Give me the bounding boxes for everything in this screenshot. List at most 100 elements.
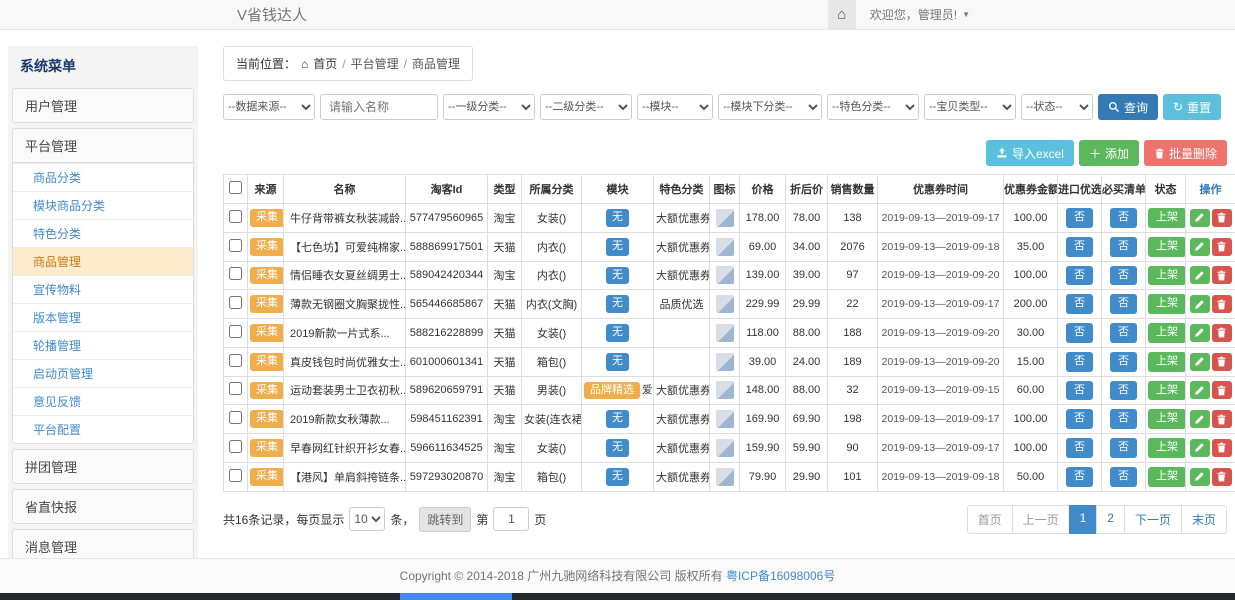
breadcrumb-platform-link[interactable]: 平台管理 xyxy=(351,55,399,72)
delete-button[interactable] xyxy=(1212,238,1232,256)
status-toggle[interactable]: 上架 xyxy=(1148,409,1186,429)
scrollbar-thumb[interactable] xyxy=(400,593,512,600)
must-buy-toggle[interactable]: 否 xyxy=(1110,323,1137,343)
row-checkbox[interactable] xyxy=(229,440,242,453)
page-button[interactable]: 首页 xyxy=(967,505,1013,534)
page-button[interactable]: 末页 xyxy=(1181,505,1227,534)
edit-button[interactable] xyxy=(1190,209,1210,227)
import-select-toggle[interactable]: 否 xyxy=(1066,438,1093,458)
sidebar-subitem[interactable]: 意见反馈 xyxy=(13,387,193,415)
edit-button[interactable] xyxy=(1190,381,1210,399)
filter-select[interactable]: --宝贝类型-- xyxy=(924,94,1016,120)
sidebar-subitem[interactable]: 轮播管理 xyxy=(13,331,193,359)
select-all-checkbox[interactable] xyxy=(229,181,242,194)
import-select-toggle[interactable]: 否 xyxy=(1066,323,1093,343)
import-excel-button[interactable]: 导入excel xyxy=(986,140,1074,166)
row-checkbox[interactable] xyxy=(229,469,242,482)
edit-button[interactable] xyxy=(1190,266,1210,284)
filter-select[interactable]: --一级分类-- xyxy=(443,94,535,120)
must-buy-toggle[interactable]: 否 xyxy=(1110,381,1137,401)
import-select-toggle[interactable]: 否 xyxy=(1066,294,1093,314)
delete-button[interactable] xyxy=(1212,410,1232,428)
status-toggle[interactable]: 上架 xyxy=(1148,438,1186,458)
import-select-toggle[interactable]: 否 xyxy=(1066,208,1093,228)
filter-select[interactable]: --数据来源-- xyxy=(223,94,315,120)
status-toggle[interactable]: 上架 xyxy=(1148,381,1186,401)
delete-button[interactable] xyxy=(1212,266,1232,284)
row-checkbox[interactable] xyxy=(229,239,242,252)
sidebar-item[interactable]: 拼团管理 xyxy=(12,449,194,484)
row-checkbox[interactable] xyxy=(229,382,242,395)
must-buy-toggle[interactable]: 否 xyxy=(1110,438,1137,458)
import-select-toggle[interactable]: 否 xyxy=(1066,237,1093,257)
status-toggle[interactable]: 上架 xyxy=(1148,266,1186,286)
filter-select[interactable]: --特色分类-- xyxy=(827,94,919,120)
status-toggle[interactable]: 上架 xyxy=(1148,352,1186,372)
page-size-select[interactable]: 10 xyxy=(349,507,385,531)
row-checkbox[interactable] xyxy=(229,267,242,280)
delete-button[interactable] xyxy=(1212,295,1232,313)
edit-button[interactable] xyxy=(1190,353,1210,371)
import-select-toggle[interactable]: 否 xyxy=(1066,381,1093,401)
sidebar-subitem[interactable]: 宣传物料 xyxy=(13,275,193,303)
page-button[interactable]: 下一页 xyxy=(1124,505,1182,534)
breadcrumb-home-link[interactable]: 首页 xyxy=(313,55,337,72)
bottom-scrollbar[interactable] xyxy=(0,593,1235,600)
reset-button[interactable]: ↻ 重置 xyxy=(1163,94,1221,120)
filter-select[interactable]: --状态-- xyxy=(1021,94,1093,120)
sidebar-item[interactable]: 平台管理 xyxy=(12,128,194,163)
row-checkbox[interactable] xyxy=(229,354,242,367)
page-button[interactable]: 上一页 xyxy=(1012,505,1070,534)
page-button[interactable]: 1 xyxy=(1069,505,1098,534)
delete-button[interactable] xyxy=(1212,324,1232,342)
batch-delete-button[interactable]: 批量删除 xyxy=(1144,140,1227,166)
import-select-toggle[interactable]: 否 xyxy=(1066,467,1093,487)
import-select-toggle[interactable]: 否 xyxy=(1066,352,1093,372)
delete-button[interactable] xyxy=(1212,468,1232,486)
edit-button[interactable] xyxy=(1190,238,1210,256)
import-select-toggle[interactable]: 否 xyxy=(1066,266,1093,286)
user-menu[interactable]: 欢迎您，管理员! ▼ xyxy=(870,6,970,23)
delete-button[interactable] xyxy=(1212,353,1232,371)
page-button[interactable]: 2 xyxy=(1096,505,1125,534)
must-buy-toggle[interactable]: 否 xyxy=(1110,352,1137,372)
must-buy-toggle[interactable]: 否 xyxy=(1110,208,1137,228)
import-select-toggle[interactable]: 否 xyxy=(1066,409,1093,429)
sidebar-item[interactable]: 用户管理 xyxy=(12,88,194,123)
delete-button[interactable] xyxy=(1212,209,1232,227)
add-button[interactable]: ＋ 添加 xyxy=(1079,140,1139,166)
sidebar-subitem[interactable]: 模块商品分类 xyxy=(13,191,193,219)
icp-link[interactable]: 粤ICP备16098006号 xyxy=(726,569,835,583)
edit-button[interactable] xyxy=(1190,324,1210,342)
delete-button[interactable] xyxy=(1212,381,1232,399)
sidebar-subitem[interactable]: 平台配置 xyxy=(13,415,193,443)
sidebar-subitem[interactable]: 版本管理 xyxy=(13,303,193,331)
sidebar-item[interactable]: 省直快报 xyxy=(12,489,194,524)
row-checkbox[interactable] xyxy=(229,296,242,309)
must-buy-toggle[interactable]: 否 xyxy=(1110,294,1137,314)
row-checkbox[interactable] xyxy=(229,325,242,338)
search-button[interactable]: 查询 xyxy=(1098,94,1158,120)
name-search-input[interactable] xyxy=(320,94,438,120)
sidebar-subitem[interactable]: 商品分类 xyxy=(13,163,193,191)
must-buy-toggle[interactable]: 否 xyxy=(1110,266,1137,286)
status-toggle[interactable]: 上架 xyxy=(1148,467,1186,487)
must-buy-toggle[interactable]: 否 xyxy=(1110,467,1137,487)
edit-button[interactable] xyxy=(1190,439,1210,457)
delete-button[interactable] xyxy=(1212,439,1232,457)
status-toggle[interactable]: 上架 xyxy=(1148,237,1186,257)
must-buy-toggle[interactable]: 否 xyxy=(1110,237,1137,257)
jump-button[interactable]: 跳转到 xyxy=(419,507,471,532)
edit-button[interactable] xyxy=(1190,295,1210,313)
row-checkbox[interactable] xyxy=(229,210,242,223)
sidebar-subitem[interactable]: 启动页管理 xyxy=(13,359,193,387)
edit-button[interactable] xyxy=(1190,468,1210,486)
status-toggle[interactable]: 上架 xyxy=(1148,323,1186,343)
filter-select[interactable]: --二级分类-- xyxy=(540,94,632,120)
filter-select[interactable]: --模块-- xyxy=(637,94,713,120)
status-toggle[interactable]: 上架 xyxy=(1148,208,1186,228)
edit-button[interactable] xyxy=(1190,410,1210,428)
filter-select[interactable]: --模块下分类-- xyxy=(718,94,822,120)
sidebar-subitem[interactable]: 商品管理 xyxy=(13,247,193,275)
page-number-input[interactable] xyxy=(493,507,529,531)
